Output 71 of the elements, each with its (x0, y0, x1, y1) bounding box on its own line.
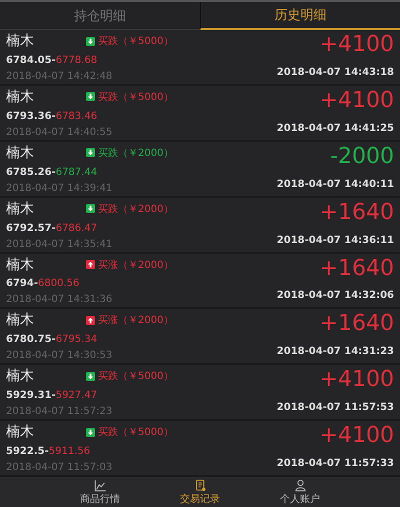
open-time: 2018-04-07 14:42:48 (6, 70, 114, 82)
profit-amount: +4100 (320, 90, 394, 112)
product-name: 楠木 (6, 256, 34, 274)
profit-amount: +4100 (320, 369, 394, 392)
profit-amount: +1640 (320, 258, 394, 280)
up-arrow-icon (86, 260, 95, 269)
open-price: 5922.5- (6, 446, 49, 458)
order-label: 买跌（￥2000） (98, 202, 174, 216)
down-arrow-icon (86, 372, 95, 381)
open-time: 2018-04-07 14:40:55 (6, 126, 114, 138)
product-name: 楠木 (6, 32, 34, 50)
open-time: 2018-04-07 14:35:41 (6, 238, 114, 250)
profit-amount: +4100 (320, 425, 394, 448)
nav-item[interactable]: 个人账户 (250, 477, 350, 507)
close-price: 6783.46 (56, 110, 98, 122)
down-arrow-icon (86, 148, 95, 158)
open-time: 2018-04-07 11:57:23 (6, 406, 114, 418)
close-price: 5911.56 (48, 446, 90, 458)
open-price: 6780.75- (6, 334, 56, 346)
product-name: 楠木 (6, 144, 34, 162)
close-time: 2018-04-07 14:31:23 (276, 346, 394, 358)
profit-amount: +1640 (320, 202, 394, 224)
open-price: 6784.05- (6, 54, 56, 66)
close-time: 2018-04-07 14:41:25 (276, 122, 394, 134)
open-price: 6785.26- (6, 166, 56, 178)
down-arrow-icon (86, 92, 95, 102)
order-label: 买涨（￥2000） (98, 314, 174, 328)
order-label: 买涨（￥2000） (98, 258, 174, 272)
open-price: 6792.57- (6, 222, 56, 234)
chart-icon (94, 479, 106, 492)
nav-item[interactable]: 交易记录 (150, 477, 250, 507)
close-price: 6778.68 (56, 54, 98, 66)
close-time: 2018-04-07 14:32:06 (276, 290, 394, 302)
open-time: 2018-04-07 14:31:36 (6, 294, 114, 306)
order-label: 买跌（￥5000） (98, 34, 174, 48)
close-time: 2018-04-07 11:57:53 (276, 402, 394, 414)
product-name: 楠木 (6, 423, 34, 442)
order-label: 买跌（￥5000） (98, 90, 174, 104)
close-time: 2018-04-07 14:40:11 (276, 178, 394, 190)
profit-amount: +4100 (320, 34, 394, 56)
up-arrow-icon (86, 316, 95, 325)
order-label: 买跌（￥2000） (98, 146, 174, 160)
down-arrow-icon (86, 204, 95, 214)
close-price: 6786.47 (56, 222, 98, 234)
open-price: 6793.36- (6, 110, 56, 122)
order-label: 买跌（￥5000） (98, 426, 174, 440)
open-price: 5929.31- (6, 390, 56, 402)
close-time: 2018-04-07 14:36:11 (276, 234, 394, 246)
nav-item[interactable]: 商品行情 (50, 477, 150, 507)
open-time: 2018-04-07 14:39:41 (6, 182, 114, 194)
down-arrow-icon (86, 36, 95, 46)
open-price: 6794- (6, 278, 38, 290)
close-price: 6795.34 (56, 334, 98, 346)
close-price: 5927.47 (56, 390, 98, 402)
product-name: 楠木 (6, 311, 34, 330)
order-label: 买跌（￥5000） (98, 370, 174, 384)
close-price: 6800.56 (38, 278, 80, 290)
profit-amount: +1640 (320, 313, 394, 336)
close-time: 2018-04-07 14:43:18 (276, 66, 394, 78)
open-time: 2018-04-07 11:57:03 (6, 462, 114, 473)
profit-amount: -2000 (330, 146, 394, 168)
product-name: 楠木 (6, 88, 34, 106)
open-time: 2018-04-07 14:30:53 (6, 350, 114, 362)
document-icon (194, 479, 206, 492)
tab[interactable]: 历史明细 (200, 2, 400, 30)
close-price: 6787.44 (56, 166, 98, 178)
product-name: 楠木 (6, 200, 34, 218)
close-time: 2018-04-07 11:57:33 (276, 458, 394, 469)
down-arrow-icon (86, 428, 95, 437)
product-name: 楠木 (6, 367, 34, 386)
person-icon (294, 479, 306, 492)
